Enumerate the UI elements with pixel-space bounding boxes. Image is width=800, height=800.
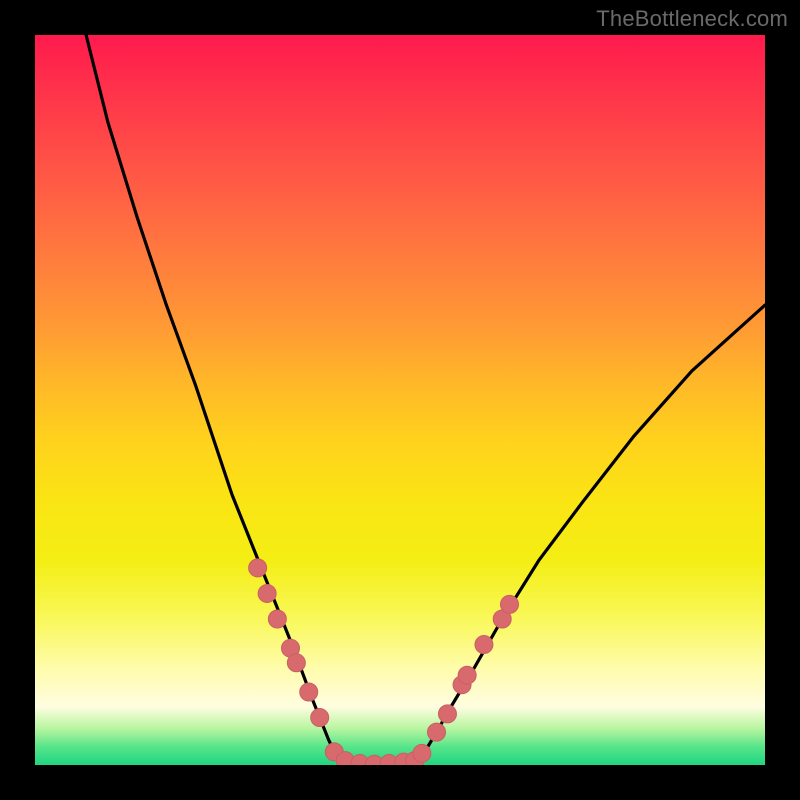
watermark-text: TheBottleneck.com [596, 6, 788, 32]
data-marker [475, 636, 493, 654]
data-marker [300, 683, 318, 701]
data-marker [287, 654, 305, 672]
data-marker [501, 595, 519, 613]
curve-group [86, 35, 765, 765]
data-marker [268, 610, 286, 628]
data-marker [438, 705, 456, 723]
data-marker [249, 559, 267, 577]
plot-area [35, 35, 765, 765]
data-marker [413, 744, 431, 762]
data-marker [258, 584, 276, 602]
chart-frame: TheBottleneck.com [0, 0, 800, 800]
bottleneck-curve [86, 35, 765, 765]
data-marker [458, 666, 476, 684]
data-marker [311, 709, 329, 727]
curve-layer [35, 35, 765, 765]
data-marker [428, 723, 446, 741]
